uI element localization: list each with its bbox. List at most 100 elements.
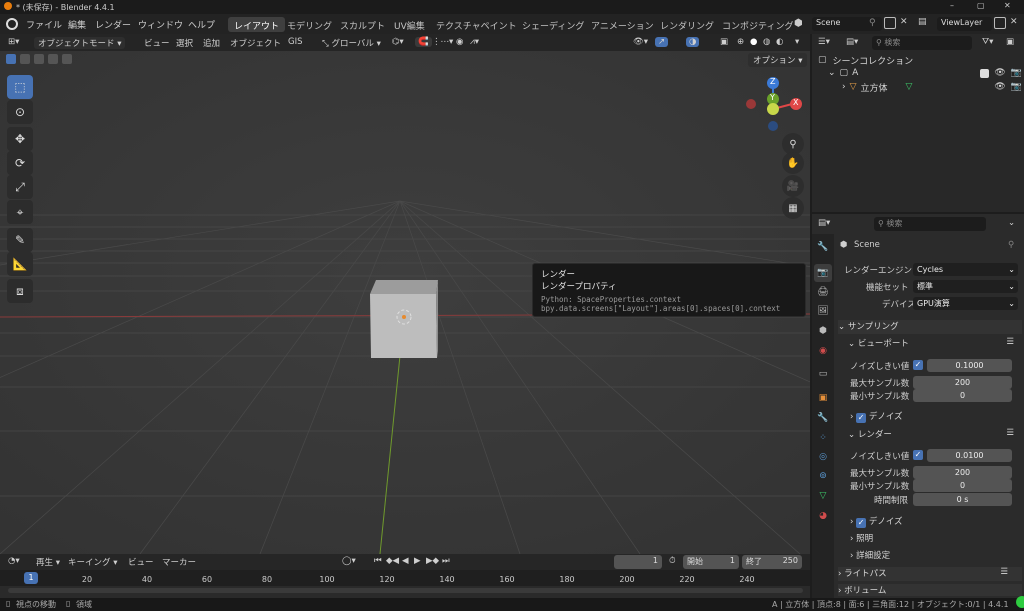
tab-animation[interactable]: アニメーション — [585, 17, 660, 32]
camera-view-icon[interactable]: 🎥 — [782, 175, 804, 197]
outliner-scene-collection[interactable]: ▢ シーンコレクション — [818, 54, 1018, 67]
shading-solid-icon[interactable]: ● — [750, 37, 757, 47]
render-subpanel-header[interactable]: ⌄ レンダー ☰ — [848, 428, 1022, 442]
list-icon[interactable]: ☰ — [1000, 567, 1008, 577]
tab-layout[interactable]: レイアウト — [228, 17, 286, 32]
menu-timeline-view[interactable]: ビュー — [128, 556, 154, 568]
tab-render-icon[interactable]: 📷 — [814, 264, 832, 282]
pivot-icon[interactable]: ⌬▾ — [392, 37, 404, 47]
proportional-edit-icon[interactable]: ◉ — [456, 37, 463, 47]
falloff-icon[interactable]: ⩘▾ — [470, 37, 479, 47]
vp-noise-threshold-checkbox[interactable]: ✓ — [913, 360, 923, 370]
select-mode-extra-icon[interactable] — [48, 54, 58, 64]
r-denoise-subpanel[interactable]: › ✓ デノイズ — [850, 515, 1020, 529]
lights-subpanel[interactable]: › 照明 — [850, 532, 1020, 546]
render-engine-dropdown[interactable]: Cycles ⌄ — [913, 263, 1018, 276]
cursor-tool-icon[interactable]: ⊙ — [7, 100, 33, 124]
tab-modifier-icon[interactable]: 🔧 — [814, 409, 832, 427]
mode-selector[interactable]: オブジェクトモード ▾ — [34, 37, 126, 49]
delete-view-layer-icon[interactable]: ✕ — [1010, 17, 1018, 27]
r-min-samples-field[interactable]: 0 — [913, 479, 1012, 492]
new-collection-icon[interactable]: ▣ — [1006, 37, 1014, 47]
shading-options-icon[interactable]: ▾ — [795, 37, 799, 47]
properties-options-icon[interactable]: ⌄ — [1008, 218, 1015, 228]
vp-min-samples-field[interactable]: 0 — [913, 389, 1012, 402]
tab-physics-icon[interactable]: ◎ — [814, 448, 832, 466]
r-max-samples-field[interactable]: 200 — [913, 466, 1012, 479]
properties-search-input[interactable]: ⚲ 検索 — [874, 217, 986, 231]
vp-noise-threshold-field[interactable]: 0.1000 — [927, 359, 1012, 372]
tab-compositing[interactable]: コンポジティング — [716, 17, 799, 32]
tab-view-layer-icon[interactable]: 🖼 — [814, 302, 832, 320]
tab-tool-icon[interactable]: 🔧 — [814, 238, 832, 256]
view-layer-icon[interactable]: ▤ — [918, 17, 927, 27]
tab-scene-icon[interactable]: ⬢ — [814, 322, 832, 340]
tab-shading[interactable]: シェーディング — [516, 17, 590, 32]
gizmo-toggle-icon[interactable]: ↗ — [655, 37, 669, 47]
outliner-collection-a[interactable]: ⌄ ▢ A 👁 📷 — [828, 67, 1022, 79]
view-layer-field[interactable]: ViewLayer — [937, 17, 992, 31]
snap-icon[interactable]: 🧲 — [415, 37, 432, 47]
jump-start-icon[interactable]: ⏮ — [374, 556, 382, 566]
auto-key-icon[interactable]: ◯▾ — [342, 556, 356, 566]
menu-marker[interactable]: マーカー — [162, 556, 196, 568]
play-reverse-icon[interactable]: ◀ — [402, 556, 409, 566]
3d-viewport[interactable]: ⬚ ⊙ ✥ ⟳ ⤢ ⌖ ✎ 📐 ⧈ オプション ▾ Z Y X ⚲ ✋ 🎥 ▦ … — [0, 51, 810, 554]
tab-collection-icon[interactable]: ▭ — [814, 365, 832, 383]
tab-modeling[interactable]: モデリング — [281, 17, 338, 32]
navigation-gizmo[interactable]: Z Y X — [740, 73, 806, 139]
minimize-button[interactable]: – — [950, 1, 954, 10]
delete-scene-icon[interactable]: ✕ — [900, 17, 908, 27]
editor-type-icon[interactable]: ⊞▾ — [8, 37, 19, 47]
menu-render[interactable]: レンダー — [95, 18, 131, 31]
new-view-layer-icon[interactable] — [994, 17, 1006, 29]
tab-texture-paint[interactable]: テクスチャペイント — [430, 17, 523, 32]
tab-rendering[interactable]: レンダリング — [654, 17, 720, 32]
close-button[interactable]: ✕ — [1004, 1, 1011, 10]
playhead-marker[interactable]: 1 — [24, 572, 38, 584]
xray-icon[interactable]: ▣ — [720, 37, 728, 47]
annotate-tool-icon[interactable]: ✎ — [7, 228, 33, 252]
vp-max-samples-field[interactable]: 200 — [913, 376, 1012, 389]
exclude-checkbox[interactable] — [980, 68, 990, 78]
timeline-editor-icon[interactable]: ◔▾ — [8, 556, 20, 566]
menu-view[interactable]: ビュー — [144, 37, 170, 49]
properties-editor-icon[interactable]: ▤▾ — [818, 218, 830, 228]
start-frame-field[interactable]: 開始 1 — [683, 555, 739, 569]
end-frame-field[interactable]: 終了 250 — [742, 555, 802, 569]
outliner-object-cube[interactable]: › ▽ 立方体 ▽ 👁 📷 — [842, 81, 1022, 94]
advanced-subpanel[interactable]: › 詳細設定 — [850, 549, 1020, 563]
perspective-toggle-icon[interactable]: ▦ — [782, 197, 804, 219]
menu-keying[interactable]: キーイング ▾ — [68, 556, 117, 568]
shading-rendered-icon[interactable]: ◐ — [776, 37, 783, 47]
tab-world-icon[interactable]: ◉ — [814, 342, 832, 360]
prev-keyframe-icon[interactable]: ◆◀ — [386, 556, 399, 566]
menu-edit[interactable]: 編集 — [68, 18, 86, 31]
r-noise-threshold-field[interactable]: 0.0100 — [927, 449, 1012, 462]
tab-data-icon[interactable]: ▽ — [814, 487, 832, 505]
options-dropdown[interactable]: オプション ▾ — [748, 53, 808, 67]
tab-sculpt[interactable]: スカルプト — [334, 17, 391, 32]
viewport-subpanel-header[interactable]: ⌄ ビューポート ☰ — [848, 337, 1022, 351]
overlay-toggle-icon[interactable]: ◑ — [686, 37, 700, 47]
next-keyframe-icon[interactable]: ▶◆ — [426, 556, 439, 566]
new-scene-icon[interactable] — [884, 17, 896, 29]
visibility-icon[interactable]: 👁▾ — [633, 37, 648, 47]
timeline-scrollbar[interactable] — [8, 588, 803, 593]
list-icon[interactable]: ☰ — [1006, 428, 1014, 438]
menu-playback[interactable]: 再生 ▾ — [36, 556, 60, 568]
transform-tool-icon[interactable]: ⌖ — [7, 200, 33, 224]
menu-add[interactable]: 追加 — [203, 37, 220, 49]
vp-denoise-subpanel[interactable]: › ✓ デノイズ — [850, 410, 1020, 424]
select-mode-edge-icon[interactable] — [20, 54, 30, 64]
menu-file[interactable]: ファイル — [26, 18, 62, 31]
filter-icon[interactable]: ⛛▾ — [982, 37, 993, 47]
snap-target-icon[interactable]: ⋮⋯▾ — [432, 37, 453, 47]
sampling-panel-header[interactable]: ⌄ サンプリング — [838, 320, 1022, 334]
move-tool-icon[interactable]: ✥ — [7, 127, 33, 151]
pan-hand-icon[interactable]: ✋ — [782, 152, 804, 174]
orientation-selector[interactable]: ⤡ グローバル ▾ — [322, 37, 381, 49]
maximize-button[interactable]: ▢ — [977, 1, 985, 10]
notification-indicator[interactable] — [1016, 596, 1024, 608]
select-mode-vertex-icon[interactable] — [6, 54, 16, 64]
